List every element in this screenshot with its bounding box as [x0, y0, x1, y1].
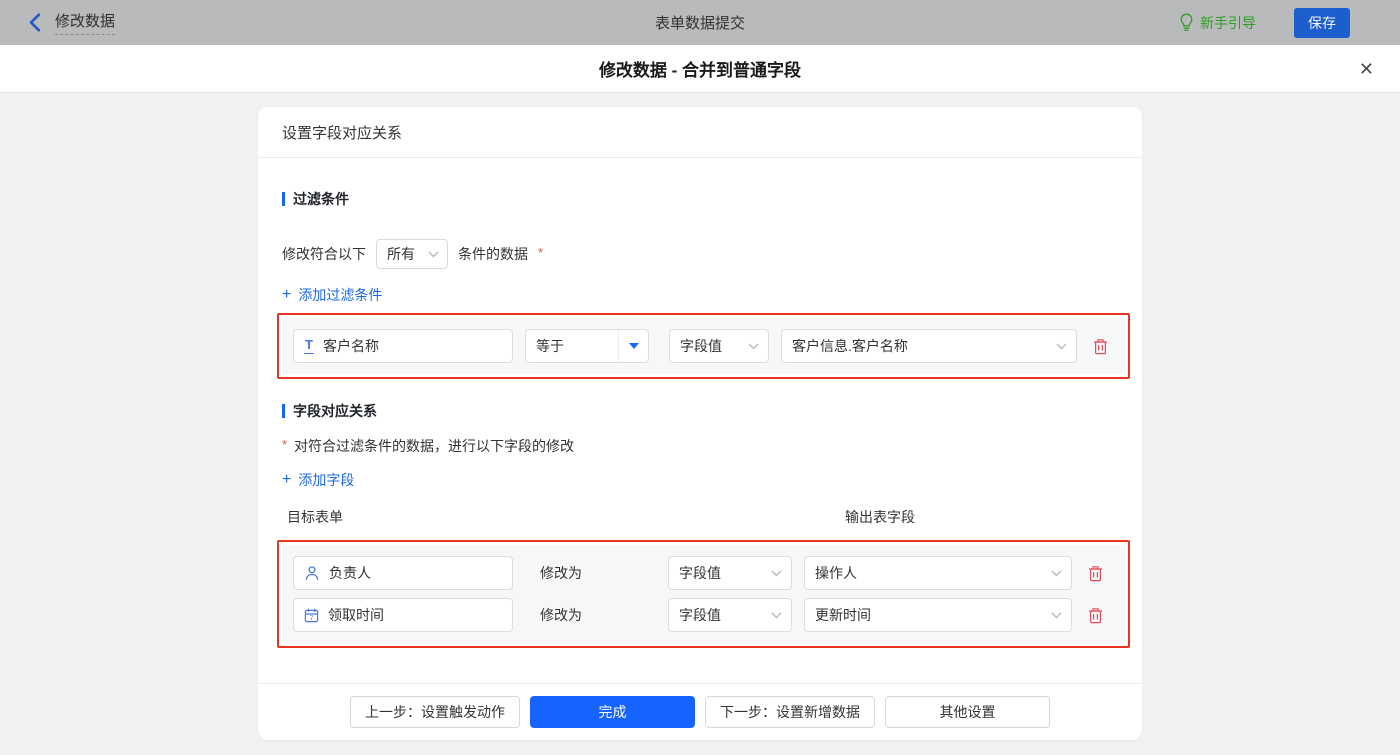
mapping-description: 对符合过滤条件的数据，进行以下字段的修改 [294, 438, 575, 454]
modal-content: 设置字段对应关系 过滤条件 修改符合以下 所有 条件的数据 * + 添加过滤条件… [0, 93, 1400, 755]
filter-field-input[interactable]: T 客户名称 [293, 329, 513, 363]
delete-row-button[interactable] [1088, 607, 1103, 624]
modify-label: 修改为 [540, 607, 582, 623]
target-field-value: 负责人 [329, 565, 371, 581]
add-field-link[interactable]: + 添加字段 [282, 470, 354, 490]
condition-suffix: 条件的数据 [458, 246, 528, 262]
chevron-down-icon [1051, 612, 1062, 618]
svg-text:7: 7 [310, 615, 314, 622]
value-type-value: 字段值 [679, 607, 721, 623]
chevron-down-icon [1051, 570, 1062, 576]
mapping-row: 7 领取时间 修改为 字段值 更新时间 [293, 598, 1114, 632]
lightbulb-icon [1180, 13, 1193, 31]
mapping-description-row: * 对符合过滤条件的数据，进行以下字段的修改 [282, 436, 1118, 456]
other-settings-button[interactable]: 其他设置 [885, 696, 1050, 728]
back-button[interactable] [28, 13, 41, 32]
mapping-columns-header: 目标表单 输出表字段 [282, 507, 1118, 525]
topbar: 表单数据提交 修改数据 新手引导 保存 [0, 0, 1400, 45]
target-field-input[interactable]: 7 领取时间 [293, 598, 513, 632]
topbar-right: 新手引导 保存 [1179, 7, 1350, 38]
section-accent-bar [282, 404, 285, 418]
section-accent-bar [282, 192, 285, 206]
mapping-heading-label: 字段对应关系 [293, 403, 377, 419]
delete-condition-button[interactable] [1093, 338, 1108, 355]
operator-value: 等于 [536, 338, 564, 354]
beginner-guide-link[interactable]: 新手引导 [1179, 13, 1256, 33]
value-select-value: 客户信息.客户名称 [792, 338, 908, 354]
output-field-select[interactable]: 操作人 [804, 556, 1072, 590]
chevron-down-icon [428, 251, 439, 257]
card-title: 设置字段对应关系 [258, 107, 1142, 158]
filter-section-heading: 过滤条件 [282, 189, 1118, 209]
plus-icon: + [282, 286, 292, 303]
output-field-column-label: 输出表字段 [845, 509, 915, 525]
mapping-rows: 负责人 修改为 字段值 操作人 7 领取时间 修改为 字段值 更新时间 [282, 545, 1125, 643]
dropdown-caret-icon [618, 330, 648, 362]
field-mapping-card: 设置字段对应关系 过滤条件 修改符合以下 所有 条件的数据 * + 添加过滤条件… [258, 107, 1142, 740]
trash-icon [1089, 607, 1102, 623]
user-icon [305, 566, 319, 580]
calendar-icon: 7 [304, 608, 319, 622]
required-mark: * [282, 436, 288, 452]
value-type-value: 字段值 [679, 565, 721, 581]
filter-field-value: 客户名称 [322, 338, 379, 354]
done-button[interactable]: 完成 [530, 696, 695, 728]
previous-step-button[interactable]: 上一步：设置触发动作 [350, 696, 520, 728]
target-field-value: 领取时间 [328, 607, 384, 623]
close-icon[interactable]: ✕ [1359, 60, 1374, 78]
back-chevron-icon [29, 13, 41, 32]
next-step-button[interactable]: 下一步：设置新增数据 [705, 696, 875, 728]
modal-title: 修改数据 - 合并到普通字段 [598, 61, 802, 80]
filter-heading-label: 过滤条件 [293, 191, 349, 207]
required-mark: * [538, 244, 544, 260]
mapping-section-heading: 字段对应关系 [282, 401, 1118, 421]
target-form-column-label: 目标表单 [287, 509, 343, 525]
chevron-down-icon [748, 343, 759, 349]
add-field-label: 添加字段 [298, 472, 355, 488]
value-type-value: 字段值 [680, 338, 722, 354]
card-footer: 上一步：设置触发动作 完成 下一步：设置新增数据 其他设置 [258, 683, 1142, 740]
plus-icon: + [282, 471, 292, 488]
condition-prefix: 修改符合以下 [282, 246, 366, 262]
modify-label: 修改为 [540, 565, 582, 581]
guide-label: 新手引导 [1200, 14, 1256, 31]
chevron-down-icon [771, 612, 782, 618]
output-field-value: 更新时间 [815, 607, 871, 623]
modal-header: 修改数据 - 合并到普通字段 ✕ [0, 45, 1400, 93]
value-type-select[interactable]: 字段值 [668, 598, 792, 632]
value-type-select[interactable]: 字段值 [669, 329, 769, 363]
chevron-down-icon [1056, 343, 1067, 349]
topbar-left: 修改数据 [28, 10, 116, 35]
delete-row-button[interactable] [1088, 565, 1103, 582]
text-field-icon: T [304, 337, 314, 354]
chevron-down-icon [771, 570, 782, 576]
mapping-row: 负责人 修改为 字段值 操作人 [293, 556, 1114, 590]
output-field-select[interactable]: 更新时间 [804, 598, 1072, 632]
output-field-value: 操作人 [815, 565, 857, 581]
operator-select[interactable]: 等于 [525, 329, 649, 363]
mapping-highlight-box: 负责人 修改为 字段值 操作人 7 领取时间 修改为 字段值 更新时间 [277, 540, 1130, 648]
add-filter-condition-link[interactable]: + 添加过滤条件 [282, 285, 382, 305]
condition-scope-value: 所有 [387, 246, 415, 262]
filter-highlight-box: T 客户名称 等于 字段值 客户信息.客户名称 [277, 313, 1130, 379]
filter-condition-row: T 客户名称 等于 字段值 客户信息.客户名称 [282, 318, 1125, 374]
trash-icon [1089, 565, 1102, 581]
target-field-input[interactable]: 负责人 [293, 556, 513, 590]
save-button[interactable]: 保存 [1294, 7, 1350, 38]
node-title[interactable]: 修改数据 [55, 10, 116, 35]
trash-icon [1094, 338, 1107, 354]
condition-scope-select[interactable]: 所有 [376, 239, 448, 269]
screen: 表单数据提交 修改数据 新手引导 保存 修改数据 - 合并到普通字段 ✕ 设置字… [0, 0, 1400, 755]
value-select[interactable]: 客户信息.客户名称 [781, 329, 1077, 363]
condition-scope-row: 修改符合以下 所有 条件的数据 * [282, 239, 1118, 269]
card-body: 过滤条件 修改符合以下 所有 条件的数据 * + 添加过滤条件 T 客户名称 等… [258, 158, 1142, 683]
add-filter-condition-label: 添加过滤条件 [298, 287, 383, 303]
value-type-select[interactable]: 字段值 [668, 556, 792, 590]
